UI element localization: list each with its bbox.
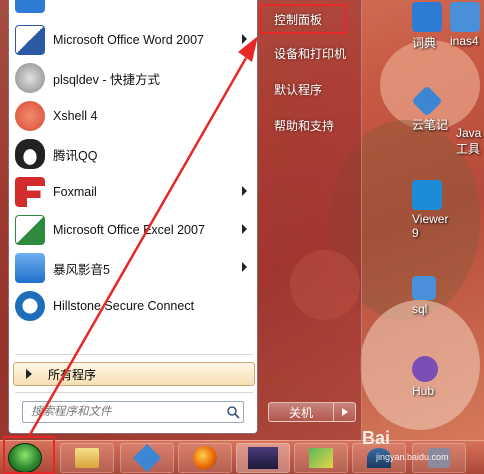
dictionary-icon: [412, 2, 442, 32]
start-menu-program-list: Microsoft Office Word 2007 plsqldev - 快捷…: [8, 0, 258, 434]
all-programs-button[interactable]: 所有程序: [13, 362, 255, 386]
media-app-icon: [248, 447, 278, 469]
database-icon: [15, 63, 45, 93]
excel-icon: [15, 215, 45, 245]
program-item-hillstone[interactable]: Hillstone Secure Connect: [9, 288, 257, 324]
submenu-arrow-icon: [242, 186, 247, 196]
database-icon: [412, 276, 436, 300]
taskbar-app-button[interactable]: [178, 443, 232, 473]
taskbar-app-button[interactable]: [60, 443, 114, 473]
search-box[interactable]: [22, 401, 244, 423]
firefox-icon: [193, 446, 217, 470]
desktop-shortcut[interactable]: Viewer 9: [412, 180, 448, 240]
menu-divider: [15, 354, 253, 355]
foxmail-icon: [15, 177, 45, 207]
hub-icon: [412, 356, 438, 382]
shutdown-button[interactable]: 关机: [268, 402, 334, 422]
paint-app-icon: [309, 448, 333, 468]
desktop-shortcut[interactable]: 词典: [412, 2, 442, 51]
chevron-right-icon: [341, 408, 348, 416]
search-input[interactable]: [23, 403, 223, 421]
desktop-shortcut[interactable]: Java 工具: [456, 126, 481, 157]
help-support-link[interactable]: 帮助和支持: [265, 112, 334, 138]
submenu-arrow-icon: [242, 224, 247, 234]
pen-app-icon: [132, 443, 162, 473]
desktop-shortcut[interactable]: inas4: [450, 2, 480, 48]
media-player-icon: [15, 253, 45, 283]
program-item-excel[interactable]: Microsoft Office Excel 2007: [9, 212, 257, 248]
program-item-partial[interactable]: [9, 0, 257, 16]
devices-printers-link[interactable]: 设备和打印机: [265, 40, 346, 66]
program-item-xshell[interactable]: Xshell 4: [9, 98, 257, 134]
watermark-url: jingyan.baidu.com: [376, 452, 449, 462]
default-programs-link[interactable]: 默认程序: [265, 76, 322, 102]
taskbar-app-button[interactable]: [294, 443, 348, 473]
watermark-logo: Bai: [362, 428, 391, 448]
desktop-shortcut[interactable]: Hub: [412, 356, 438, 398]
desktop-shortcut[interactable]: 云笔记: [411, 85, 448, 133]
highlight-frame: [3, 436, 55, 474]
submenu-arrow-icon: [242, 262, 247, 272]
qq-penguin-icon: [15, 139, 45, 169]
highlight-frame: [260, 4, 347, 34]
program-item-word[interactable]: Microsoft Office Word 2007: [9, 22, 257, 58]
app-icon: [450, 2, 480, 32]
program-item-plsqldev[interactable]: plsqldev - 快捷方式: [9, 60, 257, 96]
program-item-qq[interactable]: 腾讯QQ: [9, 136, 257, 172]
xshell-icon: [15, 101, 45, 131]
teamviewer-icon: [412, 180, 442, 210]
hillstone-icon: [15, 291, 45, 321]
program-item-baofeng[interactable]: 暴风影音5: [9, 250, 257, 286]
submenu-arrow-icon: [242, 34, 247, 44]
desktop-shortcut[interactable]: sql: [412, 276, 436, 316]
word-icon: [15, 25, 45, 55]
shutdown-options-button[interactable]: [334, 402, 356, 422]
taskbar-app-button[interactable]: [120, 443, 174, 473]
start-menu: Microsoft Office Word 2007 plsqldev - 快捷…: [0, 0, 362, 440]
app-icon: [15, 0, 45, 13]
note-icon: [411, 85, 443, 117]
program-item-foxmail[interactable]: Foxmail: [9, 174, 257, 210]
search-icon[interactable]: [223, 402, 243, 422]
menu-divider: [15, 392, 253, 393]
explorer-icon: [75, 448, 99, 468]
taskbar-app-button[interactable]: [236, 443, 290, 473]
expand-arrow-icon: [26, 369, 32, 379]
